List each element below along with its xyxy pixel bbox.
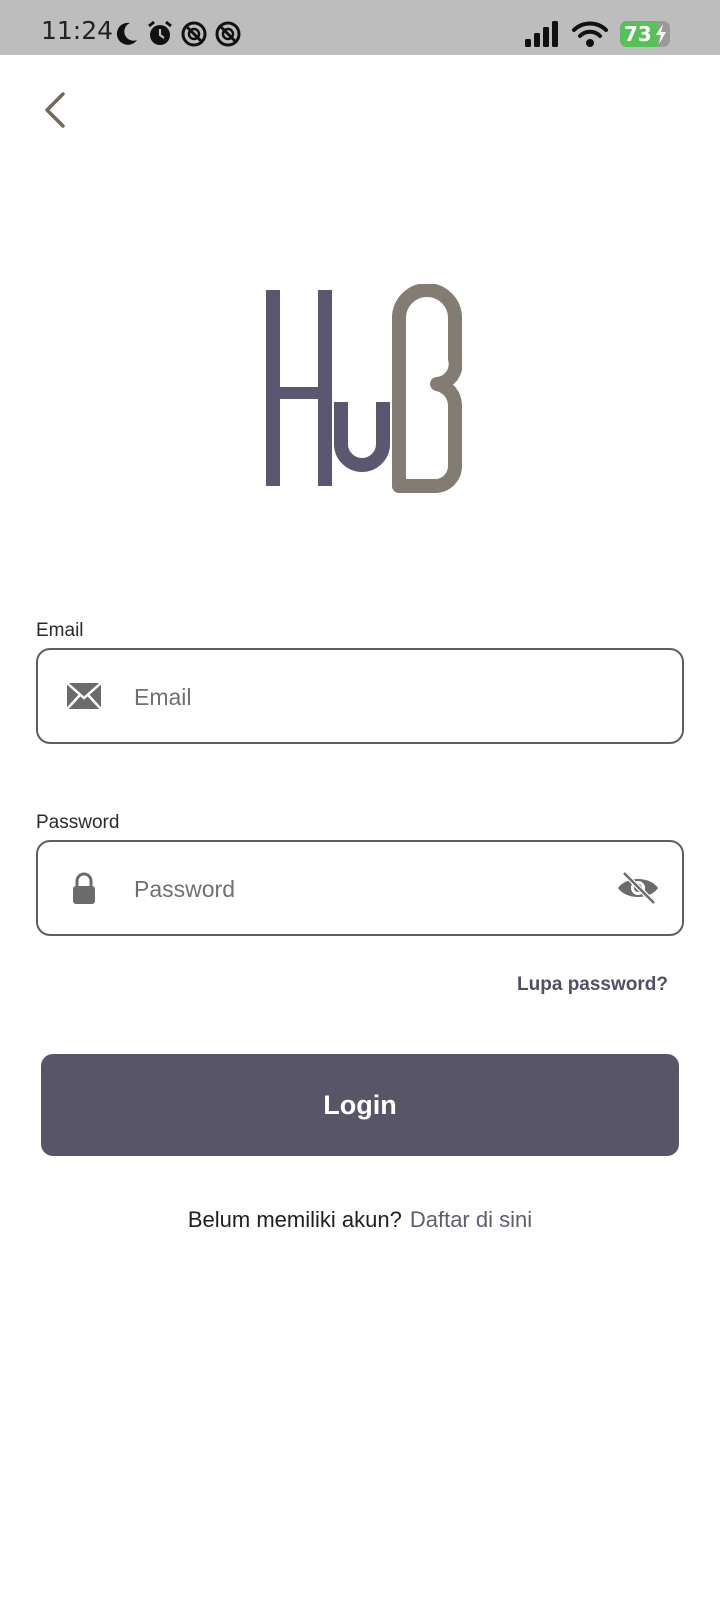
status-time: 11:24: [41, 16, 114, 45]
email-input[interactable]: [132, 674, 576, 720]
password-field[interactable]: [36, 840, 684, 936]
eye-off-icon[interactable]: [616, 870, 660, 906]
signup-row: Belum memiliki akun? Daftar di sini: [0, 1207, 720, 1233]
battery-percent: 73: [624, 22, 652, 46]
hub-logo-mark: [266, 283, 463, 493]
mail-icon: [66, 682, 102, 710]
no-sign-icon: [181, 21, 207, 47]
signup-link[interactable]: Daftar di sini: [410, 1207, 532, 1232]
email-field[interactable]: [36, 648, 684, 744]
lock-icon: [73, 872, 95, 904]
no-sign-icon: [215, 21, 241, 47]
forgot-password-link[interactable]: Lupa password?: [517, 974, 668, 996]
alarm-icon: [148, 20, 172, 45]
password-label: Password: [36, 812, 120, 833]
status-icons-left: [114, 20, 242, 48]
login-button[interactable]: Login: [41, 1054, 679, 1156]
password-input[interactable]: [132, 866, 576, 912]
wifi-icon: [572, 21, 608, 47]
battery-icon: 73: [620, 21, 670, 47]
status-bar: 11:24 73: [0, 0, 720, 55]
hub-logo: [262, 283, 463, 494]
charging-bolt-icon: [656, 24, 666, 44]
moon-icon: [116, 22, 137, 45]
login-screen: 11:24 73 Email Email Password Lupa passw…: [0, 0, 720, 1600]
chevron-left-icon: [45, 92, 65, 128]
signup-prompt: Belum memiliki akun?: [187, 1207, 402, 1232]
back-button[interactable]: [36, 88, 76, 132]
email-label: Email: [36, 620, 84, 641]
status-icons-right: 73: [524, 18, 670, 50]
signal-icon: [525, 21, 558, 47]
